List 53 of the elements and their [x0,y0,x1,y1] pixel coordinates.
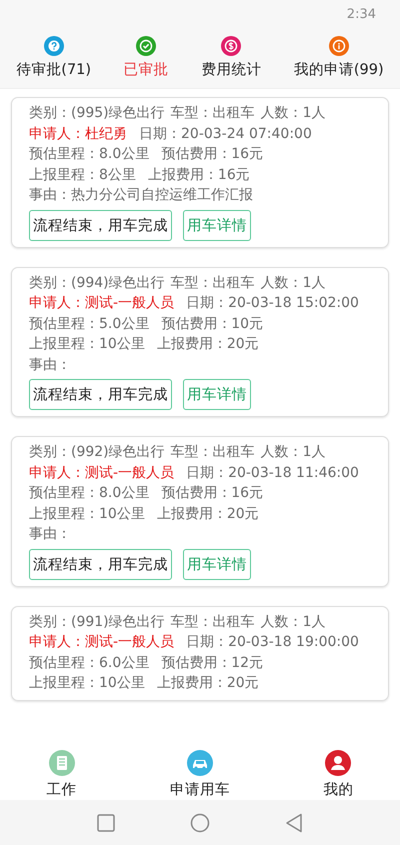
reported-distance-text: 上报里程：10公里 [29,504,145,523]
home-icon[interactable] [190,812,210,832]
applicant-text: 申请人：测试-一般人员 [29,633,174,652]
date-text: 日期：20-03-18 15:02:00 [186,294,359,312]
people-count-text: 人数：1人 [260,443,326,462]
status-time: 2:34 [346,6,376,22]
category-text: 类别：(991)绿色出行 [29,612,165,631]
estimated-distance-text: 预估里程：5.0公里 [29,314,150,333]
car-type-text: 车型：出租车 [170,612,255,631]
nav-item[interactable]: 工作 [38,750,85,800]
people-count-text: 人数：1人 [260,104,326,122]
applicant-text: 申请人：测试-一般人员 [29,464,174,482]
category-text: 类别：(992)绿色出行 [29,443,165,462]
tab[interactable]: 我的申请(99) [294,28,384,88]
nav-item[interactable]: 我的 [315,750,362,800]
reason-text: 事由：热力分公司自控运维工作汇报 [29,186,253,204]
back-icon[interactable] [285,812,303,832]
reported-cost-text: 上报费用：20元 [156,674,259,692]
category-text: 类别：(995)绿色出行 [29,104,165,122]
estimated-cost-text: 预估费用：10元 [161,314,264,333]
date-text: 日期：20-03-18 11:46:00 [186,464,359,482]
reported-cost-text: 上报费用：16元 [148,166,250,184]
reason-text: 事由： [29,525,71,544]
reported-distance-text: 上报里程：8公里 [29,166,136,184]
status-button[interactable]: 流程结束，用车完成 [29,210,172,240]
people-count-text: 人数：1人 [260,274,326,292]
status-button[interactable]: 流程结束，用车完成 [29,548,172,580]
estimated-cost-text: 预估费用：16元 [161,484,264,502]
car-type-text: 车型：出租车 [170,104,255,122]
date-text: 日期：20-03-18 19:00:00 [186,633,359,652]
date-text: 日期：20-03-24 07:40:00 [139,124,312,143]
estimated-distance-text: 预估里程：8.0公里 [29,145,150,164]
applicant-text: 申请人：测试-一般人员 [29,294,174,312]
category-text: 类别：(994)绿色出行 [29,274,165,292]
reported-cost-text: 上报费用：20元 [156,335,259,354]
tab[interactable]: 费用统计 [201,28,262,88]
reported-cost-text: 上报费用：20元 [156,504,259,523]
recents-icon[interactable] [97,814,115,832]
car-type-text: 车型：出租车 [170,443,255,462]
nav-item[interactable]: 申请用车 [162,750,238,800]
status-button[interactable]: 流程结束，用车完成 [29,379,172,410]
estimated-cost-text: 预估费用：12元 [161,654,264,672]
reported-distance-text: 上报里程：10公里 [29,335,145,354]
tab[interactable]: 已审批 [124,28,169,88]
reason-text: 事由： [29,356,71,374]
applicant-text: 申请人：杜纪勇 [29,124,127,143]
people-count-text: 人数：1人 [260,612,326,631]
estimated-distance-text: 预估里程：8.0公里 [29,484,150,502]
reported-distance-text: 上报里程：10公里 [29,674,145,692]
estimated-distance-text: 预估里程：6.0公里 [29,654,150,672]
tab[interactable]: 待审批(71) [16,28,92,88]
estimated-cost-text: 预估费用：16元 [161,145,264,164]
car-type-text: 车型：出租车 [170,274,255,292]
